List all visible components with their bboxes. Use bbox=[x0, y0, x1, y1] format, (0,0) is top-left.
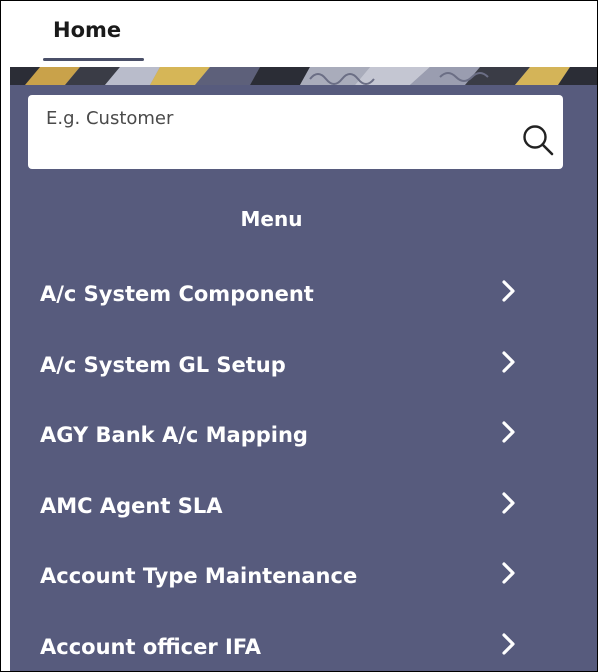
menu-item-label: AMC Agent SLA bbox=[40, 493, 223, 518]
menu-item-account-type-maintenance[interactable]: Account Type Maintenance bbox=[10, 551, 597, 622]
chevron-right-icon bbox=[502, 632, 515, 655]
chevron-right-icon bbox=[502, 562, 515, 584]
menu-item-label: Account officer IFA bbox=[40, 634, 262, 659]
menu-item-label: AGY Bank A/c Mapping bbox=[40, 423, 308, 447]
decorative-banner bbox=[10, 67, 597, 85]
chevron-right-icon bbox=[502, 421, 515, 443]
menu-item-label: A/c System GL Setup bbox=[40, 352, 286, 377]
chevron-right-icon bbox=[502, 280, 515, 302]
menu-item-label: A/c System Component bbox=[40, 282, 314, 306]
menu-title: Menu bbox=[240, 207, 303, 231]
chevron-right-icon bbox=[502, 491, 515, 514]
tab-home-underline bbox=[43, 58, 144, 61]
tab-home[interactable]: Home bbox=[53, 18, 121, 42]
app-frame: Home Menu bbox=[0, 0, 598, 672]
chevron-right-icon bbox=[502, 350, 515, 373]
search-box bbox=[28, 95, 563, 169]
menu-item-ac-system-component[interactable]: A/c System Component bbox=[10, 269, 597, 340]
menu-item-ac-system-gl-setup[interactable]: A/c System GL Setup bbox=[10, 340, 597, 411]
search-input[interactable] bbox=[46, 105, 506, 131]
menu-item-label: Account Type Maintenance bbox=[40, 564, 358, 588]
top-bar: Home bbox=[1, 1, 597, 67]
side-menu-panel: Menu A/c System Component A/c System GL … bbox=[10, 67, 597, 671]
menu-item-amc-agent-sla[interactable]: AMC Agent SLA bbox=[10, 481, 597, 552]
search-icon[interactable] bbox=[521, 123, 555, 157]
menu-list: A/c System Component A/c System GL Setup… bbox=[10, 269, 597, 671]
menu-item-agy-bank-ac-mapping[interactable]: AGY Bank A/c Mapping bbox=[10, 410, 597, 481]
menu-item-account-officer-ifa[interactable]: Account officer IFA bbox=[10, 622, 597, 672]
